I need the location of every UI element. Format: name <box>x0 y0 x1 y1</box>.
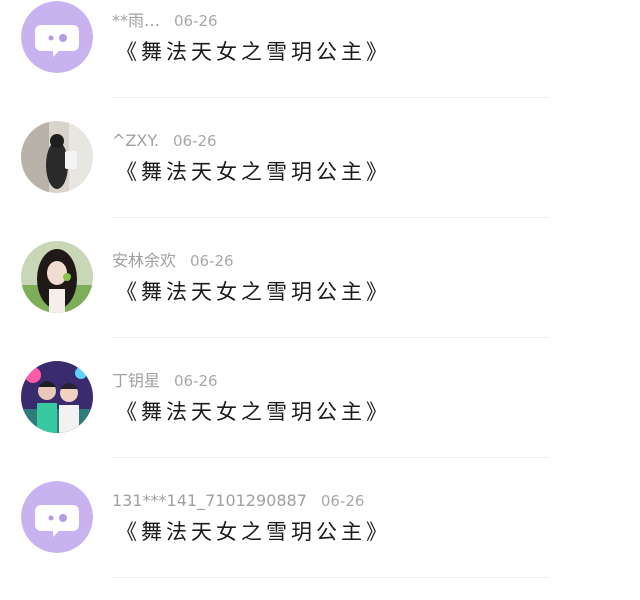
comment-meta: ^ZXY. 06-26 <box>112 130 217 152</box>
avatar[interactable] <box>21 361 93 433</box>
comment-item[interactable]: 丁钥星 06-26 《舞法天女之雪玥公主》 <box>0 360 640 480</box>
username[interactable]: 安林余欢 <box>112 251 176 270</box>
comment-date: 06-26 <box>172 132 217 150</box>
comment-meta: **雨… 06-26 <box>112 10 218 32</box>
divider <box>112 97 550 98</box>
comment-date: 06-26 <box>320 492 365 510</box>
divider <box>112 577 550 578</box>
chat-bubble-avatar-icon <box>21 1 93 73</box>
username[interactable]: **雨… <box>112 11 160 30</box>
comment-text: 《舞法天女之雪玥公主》 <box>116 400 391 424</box>
user-photo-avatar-icon <box>21 361 93 433</box>
avatar[interactable] <box>21 241 93 313</box>
comment-item[interactable]: 安林余欢 06-26 《舞法天女之雪玥公主》 <box>0 240 640 360</box>
avatar[interactable] <box>21 121 93 193</box>
user-photo-avatar-icon <box>21 121 93 193</box>
comment-date: 06-26 <box>174 372 218 390</box>
divider <box>112 457 550 458</box>
user-photo-avatar-icon <box>21 241 93 313</box>
comment-meta: 安林余欢 06-26 <box>112 250 234 272</box>
chat-bubble-avatar-icon <box>21 481 93 553</box>
divider <box>112 217 550 218</box>
comment-item[interactable]: ^ZXY. 06-26 《舞法天女之雪玥公主》 <box>0 120 640 240</box>
username[interactable]: 131***141_7101290887 <box>112 491 307 510</box>
comment-meta: 131***141_7101290887 06-26 <box>112 490 364 512</box>
comment-date: 06-26 <box>174 12 218 30</box>
comment-date: 06-26 <box>190 252 234 270</box>
username[interactable]: 丁钥星 <box>112 371 160 390</box>
avatar[interactable] <box>21 1 93 73</box>
comment-item[interactable]: 131***141_7101290887 06-26 《舞法天女之雪玥公主》 <box>0 480 640 600</box>
comment-text: 《舞法天女之雪玥公主》 <box>116 520 391 544</box>
avatar[interactable] <box>21 481 93 553</box>
comment-text: 《舞法天女之雪玥公主》 <box>116 40 391 64</box>
username[interactable]: ^ZXY. <box>112 131 159 150</box>
comment-text: 《舞法天女之雪玥公主》 <box>116 280 391 304</box>
comment-item[interactable]: **雨… 06-26 《舞法天女之雪玥公主》 <box>0 0 640 120</box>
comment-meta: 丁钥星 06-26 <box>112 370 218 392</box>
comment-list: **雨… 06-26 《舞法天女之雪玥公主》 ^ZXY. 06-26 《舞法天女之雪… <box>0 0 640 580</box>
comment-text: 《舞法天女之雪玥公主》 <box>116 160 391 184</box>
divider <box>112 337 550 338</box>
